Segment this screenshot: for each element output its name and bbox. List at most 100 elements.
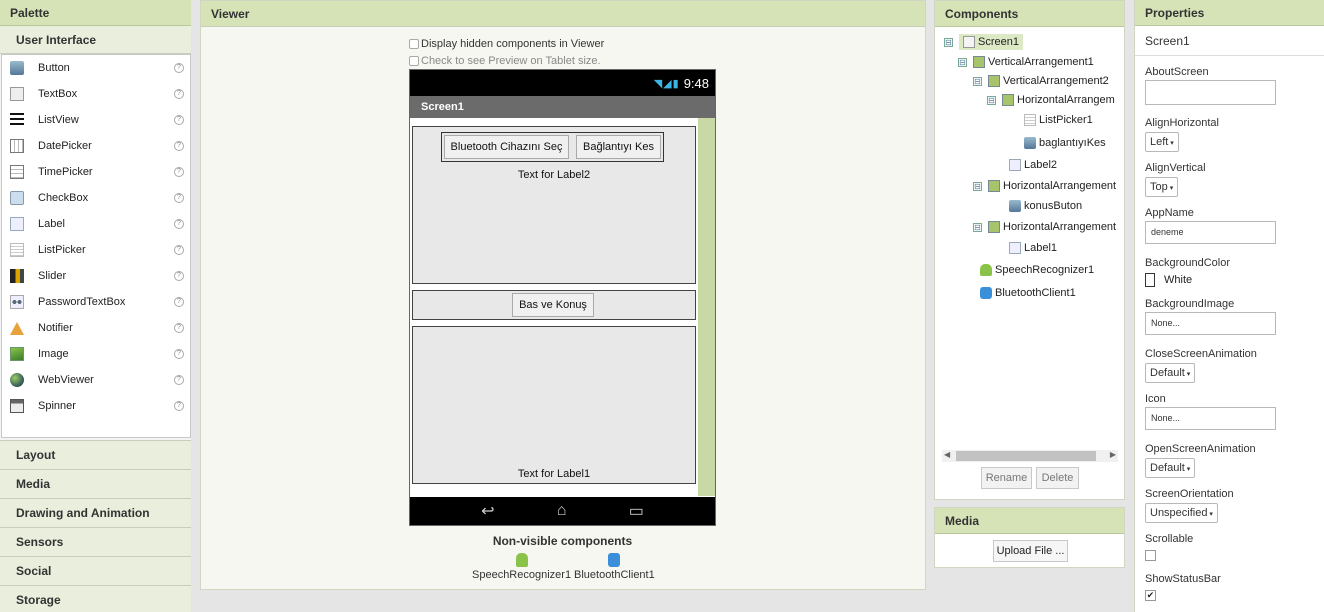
scrollable-checkbox[interactable]: [1145, 550, 1156, 561]
display-hidden-option[interactable]: Display hidden components in Viewer: [409, 38, 604, 50]
help-icon[interactable]: ?: [174, 219, 184, 229]
palette-item-spinner[interactable]: Spinner ?: [2, 393, 190, 419]
about-screen-field[interactable]: [1145, 80, 1276, 105]
category-user-interface[interactable]: User Interface: [0, 26, 191, 54]
media-title: Media: [935, 508, 1124, 534]
palette-item-passwordtextbox[interactable]: PasswordTextBox ?: [2, 289, 190, 315]
color-swatch[interactable]: [1145, 273, 1155, 287]
display-hidden-checkbox[interactable]: [409, 39, 419, 49]
collapse-icon[interactable]: ⊟: [973, 222, 982, 232]
collapse-icon[interactable]: ⊟: [973, 181, 982, 191]
delete-button[interactable]: Delete: [1036, 467, 1079, 489]
align-horizontal-select[interactable]: Left: [1145, 132, 1179, 152]
tree-item-bluetoothclient1[interactable]: BluetoothClient1: [980, 287, 1076, 299]
collapse-icon[interactable]: ⊟: [973, 76, 982, 86]
palette-item-notifier[interactable]: Notifier ?: [2, 315, 190, 341]
tree-item-label1[interactable]: Label1: [1009, 242, 1057, 254]
palette-item-label: Spinner: [38, 400, 76, 412]
help-icon[interactable]: ?: [174, 323, 184, 333]
app-name-field[interactable]: deneme: [1145, 221, 1276, 244]
upload-file-button[interactable]: Upload File ...: [993, 540, 1068, 562]
category-layout[interactable]: Layout: [0, 440, 191, 469]
category-storage[interactable]: Storage: [0, 585, 191, 612]
tree-item-speechrecognizer1[interactable]: SpeechRecognizer1: [980, 264, 1094, 276]
tablet-preview-checkbox[interactable]: [409, 56, 419, 66]
label2[interactable]: Text for Label2: [413, 169, 695, 181]
palette-item-timepicker[interactable]: TimePicker ?: [2, 159, 190, 185]
help-icon[interactable]: ?: [174, 89, 184, 99]
horizontal-arrangement-3[interactable]: Text for Label1: [412, 326, 696, 484]
help-icon[interactable]: ?: [174, 297, 184, 307]
help-icon[interactable]: ?: [174, 193, 184, 203]
scroll-right-icon[interactable]: ▶: [1110, 450, 1116, 459]
category-social[interactable]: Social: [0, 556, 191, 585]
close-animation-select[interactable]: Default: [1145, 363, 1196, 383]
tree-item-horizontalarrangement1[interactable]: ⊟ HorizontalArrangem: [987, 94, 1115, 106]
datepicker-icon: [10, 139, 24, 153]
help-icon[interactable]: ?: [174, 167, 184, 177]
palette-item-listview[interactable]: ListView ?: [2, 107, 190, 133]
properties-divider: [1135, 55, 1324, 56]
show-status-bar-checkbox[interactable]: ✔: [1145, 590, 1156, 601]
tree-item-horizontalarrangement3[interactable]: ⊟ HorizontalArrangement: [973, 221, 1116, 233]
horizontal-arrangement-2[interactable]: Bas ve Konuş: [412, 290, 696, 320]
palette-item-label: TimePicker: [38, 166, 93, 178]
tree-item-horizontalarrangement2[interactable]: ⊟ HorizontalArrangement: [973, 180, 1116, 192]
help-icon[interactable]: ?: [174, 375, 184, 385]
help-icon[interactable]: ?: [174, 63, 184, 73]
help-icon[interactable]: ?: [174, 141, 184, 151]
speak-button[interactable]: Bas ve Konuş: [512, 293, 594, 317]
tree-label: HorizontalArrangem: [1017, 94, 1115, 106]
scroll-thumb[interactable]: [956, 451, 1096, 461]
help-icon[interactable]: ?: [174, 271, 184, 281]
rename-button[interactable]: Rename: [981, 467, 1032, 489]
align-vertical-select[interactable]: Top: [1145, 177, 1179, 197]
tree-item-verticalarrangement1[interactable]: ⊟ VerticalArrangement1: [958, 56, 1094, 68]
background-image-field[interactable]: None...: [1145, 312, 1276, 335]
nonvisible-bluetooth[interactable]: BluetoothClient1: [574, 553, 655, 581]
category-media[interactable]: Media: [0, 469, 191, 498]
nonvisible-speech[interactable]: SpeechRecognizer1: [472, 553, 571, 581]
horizontal-arrangement-icon: [1002, 94, 1014, 106]
vertical-arrangement-2[interactable]: Bluetooth Cihazını Seç Bağlantıyı Kes Te…: [412, 126, 696, 284]
disconnect-button[interactable]: Bağlantıyı Kes: [576, 135, 661, 159]
phone-body: Bluetooth Cihazını Seç Bağlantıyı Kes Te…: [410, 118, 715, 496]
tree-item-konusbuton[interactable]: konusButon: [1009, 200, 1082, 212]
background-image-label: BackgroundImage: [1145, 298, 1235, 310]
scroll-left-icon[interactable]: ◀: [944, 450, 950, 459]
category-drawing-animation[interactable]: Drawing and Animation: [0, 498, 191, 527]
palette-item-textbox[interactable]: TextBox ?: [2, 81, 190, 107]
tree-item-verticalarrangement2[interactable]: ⊟ VerticalArrangement2: [973, 75, 1109, 87]
palette-item-image[interactable]: Image ?: [2, 341, 190, 367]
tree-item-baglantiyikes[interactable]: baglantıyıKes: [1024, 137, 1106, 149]
label-icon: [10, 217, 24, 231]
palette-item-slider[interactable]: Slider ?: [2, 263, 190, 289]
open-animation-select[interactable]: Default: [1145, 458, 1196, 478]
icon-field[interactable]: None...: [1145, 407, 1276, 430]
label1[interactable]: Text for Label1: [413, 468, 695, 480]
palette-item-checkbox[interactable]: CheckBox ?: [2, 185, 190, 211]
help-icon[interactable]: ?: [174, 245, 184, 255]
palette-item-label[interactable]: Label ?: [2, 211, 190, 237]
tree-item-listpicker1[interactable]: ListPicker1: [1024, 114, 1093, 126]
palette-item-listpicker[interactable]: ListPicker ?: [2, 237, 190, 263]
collapse-icon[interactable]: ⊟: [944, 37, 953, 47]
palette-item-webviewer[interactable]: WebViewer ?: [2, 367, 190, 393]
palette-item-button[interactable]: Button ?: [2, 55, 190, 81]
help-icon[interactable]: ?: [174, 401, 184, 411]
tablet-preview-option[interactable]: Check to see Preview on Tablet size.: [409, 55, 601, 67]
tree-item-label2[interactable]: Label2: [1009, 159, 1057, 171]
screen-orientation-select[interactable]: Unspecified: [1145, 503, 1218, 523]
select-bluetooth-button[interactable]: Bluetooth Cihazını Seç: [444, 135, 569, 159]
components-h-scrollbar[interactable]: ◀ ▶: [942, 450, 1118, 462]
category-sensors[interactable]: Sensors: [0, 527, 191, 556]
media-panel: Media Upload File ...: [934, 507, 1125, 568]
collapse-icon[interactable]: ⊟: [987, 95, 996, 105]
collapse-icon[interactable]: ⊟: [958, 57, 967, 67]
palette-item-datepicker[interactable]: DatePicker ?: [2, 133, 190, 159]
tree-selected[interactable]: Screen1: [959, 34, 1023, 50]
help-icon[interactable]: ?: [174, 349, 184, 359]
help-icon[interactable]: ?: [174, 115, 184, 125]
tree-item-screen1[interactable]: ⊟ Screen1: [944, 34, 1023, 50]
background-color-value[interactable]: White: [1164, 274, 1192, 286]
